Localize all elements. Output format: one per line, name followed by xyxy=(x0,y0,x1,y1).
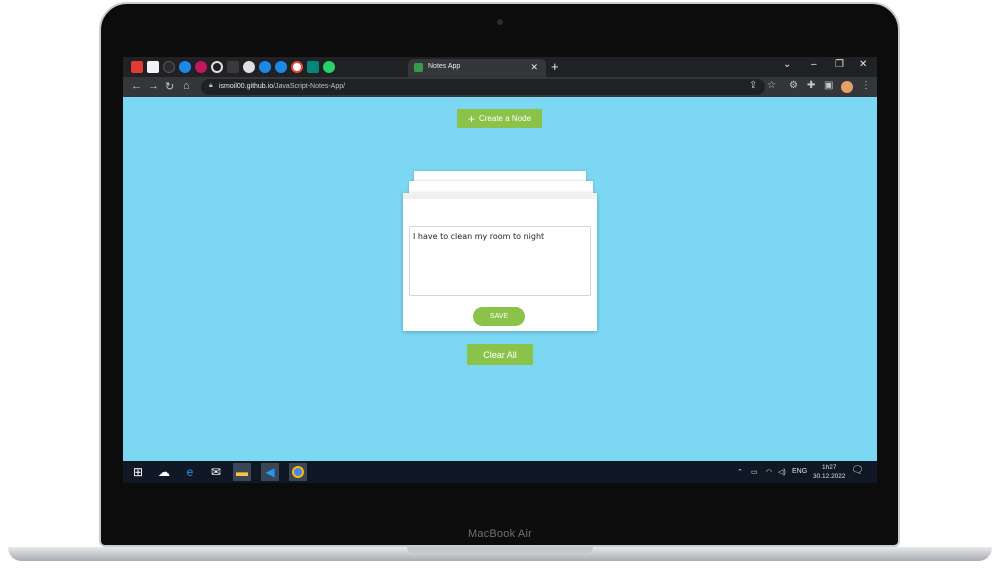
window-close-icon[interactable]: ✕ xyxy=(859,59,867,70)
tray-chevron-icon[interactable]: ⌃ xyxy=(737,468,743,476)
tab-title: Notes App xyxy=(428,63,461,70)
weather-icon[interactable]: ☁ xyxy=(155,463,173,481)
tab-notes-app[interactable]: Notes App ✕ xyxy=(408,59,546,77)
back-arrow-icon[interactable]: ← xyxy=(131,80,142,92)
windows-start-icon[interactable]: ⊞ xyxy=(129,463,147,481)
note-card: I have to clean my room to night SAVE xyxy=(403,193,597,331)
tab-close-icon[interactable]: ✕ xyxy=(530,62,538,73)
extensions-puzzle-icon[interactable]: ✚ xyxy=(807,80,815,91)
notion-icon[interactable] xyxy=(227,61,239,73)
share-icon[interactable]: ⇪ xyxy=(749,80,757,91)
edge-icon[interactable] xyxy=(259,61,271,73)
dribbble-icon[interactable] xyxy=(195,61,207,73)
profile-avatar[interactable] xyxy=(841,81,853,93)
create-note-label: Create a Node xyxy=(478,114,532,123)
url-text: ismoil00.github.io/JavaScript-Notes-App/ xyxy=(219,83,346,90)
edge-icon[interactable] xyxy=(179,61,191,73)
webcam xyxy=(497,19,503,25)
extension-gear-icon[interactable]: ⚙ xyxy=(789,80,798,91)
clock[interactable]: 1h27 30.12.2022 xyxy=(813,463,846,481)
meet-icon[interactable] xyxy=(307,61,319,73)
notes-favicon-icon xyxy=(414,63,423,72)
save-button[interactable]: SAVE xyxy=(473,307,525,326)
clear-all-button[interactable]: Clear All xyxy=(467,344,533,365)
laptop-base-notch xyxy=(407,547,593,553)
home-icon[interactable]: ⌂ xyxy=(183,80,190,92)
reload-icon[interactable]: ↻ xyxy=(165,80,174,93)
volume-icon[interactable]: ◁) xyxy=(778,468,786,476)
side-panel-icon[interactable]: ▣ xyxy=(824,80,833,91)
youtube-icon[interactable] xyxy=(131,61,143,73)
lock-icon: 🔒︎ xyxy=(209,82,213,89)
forward-arrow-icon[interactable]: → xyxy=(148,80,159,92)
restore-icon[interactable]: ❐ xyxy=(835,59,844,70)
vscode-icon[interactable]: ◀ xyxy=(261,463,279,481)
notification-icon[interactable]: 🗨︎ xyxy=(851,465,864,476)
battery-icon[interactable]: ▭ xyxy=(751,468,758,476)
github-icon[interactable] xyxy=(163,61,175,73)
menu-kebab-icon[interactable]: ⋮ xyxy=(861,80,871,91)
globe-icon[interactable] xyxy=(243,61,255,73)
edge-icon[interactable] xyxy=(275,61,287,73)
note-card-header xyxy=(403,193,597,199)
mail-icon[interactable]: ✉ xyxy=(207,463,225,481)
laptop-model-label: MacBook Air xyxy=(468,528,532,540)
clock-date: 30.12.2022 xyxy=(813,473,846,480)
wifi-icon[interactable]: ◠ xyxy=(766,468,772,476)
whatsapp-icon[interactable] xyxy=(323,61,335,73)
bookmark-star-icon[interactable]: ☆ xyxy=(767,80,776,91)
create-note-button[interactable]: + Create a Node xyxy=(457,109,542,128)
new-tab-button[interactable]: + xyxy=(551,59,559,74)
plus-icon: + xyxy=(467,111,475,126)
windows-taskbar: ⊞ ☁ e ✉ ▬ ◀ ⌃ ▭ ◠ ◁) ENG 1h27 30.12.2022… xyxy=(123,461,877,483)
browser-tab-strip: Notes App ✕ + ⌄ – ❐ ✕ xyxy=(123,57,877,77)
minimize-icon[interactable]: – xyxy=(811,59,817,70)
pinned-tabs xyxy=(131,61,335,73)
chrome-icon[interactable] xyxy=(289,463,307,481)
address-bar[interactable]: 🔒︎ ismoil00.github.io/JavaScript-Notes-A… xyxy=(201,79,765,95)
medium-icon[interactable] xyxy=(147,61,159,73)
clock-time: 1h27 xyxy=(822,464,837,471)
file-explorer-icon[interactable]: ▬ xyxy=(233,463,251,481)
circle-icon[interactable] xyxy=(211,61,223,73)
google-icon[interactable] xyxy=(291,61,303,73)
screen: Notes App ✕ + ⌄ – ❐ ✕ ← → ↻ ⌂ 🔒︎ ismoil0… xyxy=(123,57,877,483)
note-textarea[interactable]: I have to clean my room to night xyxy=(409,226,591,296)
language-indicator[interactable]: ENG xyxy=(792,468,807,475)
edge-browser-icon[interactable]: e xyxy=(181,463,199,481)
tab-search-icon[interactable]: ⌄ xyxy=(783,59,791,70)
browser-toolbar: ← → ↻ ⌂ 🔒︎ ismoil00.github.io/JavaScript… xyxy=(123,77,877,97)
